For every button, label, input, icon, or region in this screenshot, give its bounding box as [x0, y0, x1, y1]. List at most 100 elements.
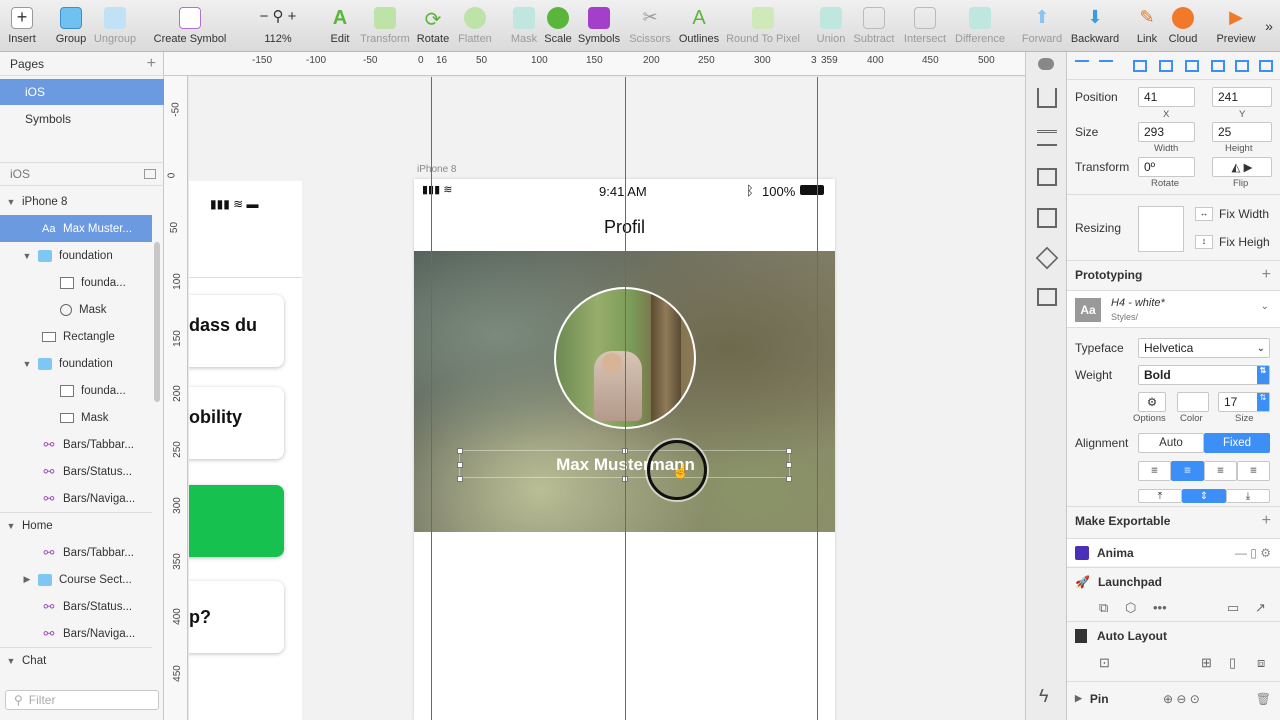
share-icon[interactable]	[1037, 88, 1057, 108]
selection-handle[interactable]	[457, 448, 463, 454]
filter-input[interactable]: ⚲ Filter	[5, 690, 159, 710]
layer-max-mustermann[interactable]: Aa Max Muster...	[0, 215, 152, 242]
device-icon[interactable]: ▯	[1229, 655, 1236, 671]
course-card[interactable]: dass du	[189, 295, 284, 367]
components-icon[interactable]	[1037, 208, 1057, 228]
guide-line[interactable]	[625, 77, 626, 720]
layer-foundation-image-2[interactable]: founda...	[0, 377, 152, 404]
layers-scrollbar[interactable]	[154, 242, 160, 402]
text-align-center[interactable]: ≡	[1171, 461, 1204, 481]
flip-buttons[interactable]: ◭ ▶	[1212, 157, 1272, 177]
green-card[interactable]	[189, 485, 284, 557]
add-icon[interactable]: +	[1262, 266, 1271, 284]
create-symbol-button[interactable]: Create Symbol	[154, 4, 226, 48]
union-button[interactable]: Union	[814, 4, 848, 48]
layer-course-section[interactable]: ▶ Course Sect...	[0, 566, 152, 593]
layer-mask-2[interactable]: Mask	[0, 404, 152, 431]
distribute-v-icon[interactable]	[1235, 60, 1249, 72]
layer-chat[interactable]: ▼ Chat	[0, 647, 152, 674]
plugin-icon[interactable]	[1035, 246, 1059, 270]
align-left-icon[interactable]	[1075, 60, 1089, 70]
layer-home-status[interactable]: ⚯ Bars/Status...	[0, 593, 152, 620]
difference-button[interactable]: Difference	[952, 4, 1008, 48]
scale-button[interactable]: Scale	[544, 4, 572, 48]
grid-icon[interactable]: ⊞	[1201, 655, 1212, 671]
layer-foundation-2[interactable]: ▼ foundation	[0, 350, 152, 377]
distribute-h-icon[interactable]	[1211, 60, 1225, 72]
fix-width-checkbox[interactable]: ↔	[1195, 207, 1213, 221]
subtract-button[interactable]: Subtract	[852, 4, 896, 48]
layer-foundation[interactable]: ▼ foundation	[0, 242, 152, 269]
align-bottom-icon[interactable]	[1185, 60, 1199, 72]
browser-icon[interactable]: ▭	[1227, 600, 1239, 616]
resizing-widget[interactable]	[1138, 206, 1184, 252]
typeface-select[interactable]: Helvetica ⌄	[1138, 338, 1270, 358]
alignment-fixed-button[interactable]: Fixed	[1204, 433, 1270, 453]
toggle-icon[interactable]	[1038, 58, 1054, 70]
layer-home[interactable]: ▼ Home	[0, 512, 152, 539]
sync-icon[interactable]: ⧉	[1099, 600, 1108, 616]
vertical-align-middle[interactable]: ⇕	[1182, 489, 1226, 503]
mask-button[interactable]: Mask	[510, 4, 538, 48]
group-button[interactable]: Group	[52, 4, 90, 48]
add-page-icon[interactable]: +	[147, 55, 156, 73]
text-align-right[interactable]: ≡	[1204, 461, 1237, 481]
trash-icon[interactable]: 🗑	[1256, 692, 1271, 706]
selection-handle[interactable]	[457, 462, 463, 468]
intersect-button[interactable]: Intersect	[902, 4, 948, 48]
list-icon[interactable]	[1037, 168, 1057, 186]
text-align-left[interactable]: ≡	[1138, 461, 1171, 481]
ungroup-button[interactable]: Ungroup	[92, 4, 138, 48]
edit-button[interactable]: A Edit	[328, 4, 352, 48]
outlines-button[interactable]: A Outlines	[678, 4, 720, 48]
cube-icon[interactable]: ⬡	[1125, 600, 1136, 616]
cloud-button[interactable]: Cloud	[1166, 4, 1200, 48]
image-add-icon[interactable]	[1037, 288, 1057, 306]
layer-iphone-8[interactable]: ▼ iPhone 8	[0, 188, 152, 215]
rotate-button[interactable]: ⟳ Rotate	[416, 4, 450, 48]
insert-button[interactable]: + Insert	[4, 4, 40, 48]
align-middle-icon[interactable]	[1159, 60, 1173, 72]
anima-section[interactable]: Anima — ▯ ⚙	[1067, 538, 1280, 566]
more-chevron-icon[interactable]: »	[1262, 4, 1276, 48]
course-card[interactable]: obility	[189, 387, 284, 459]
align-center-icon[interactable]	[1099, 60, 1113, 70]
width-field[interactable]: 293	[1138, 122, 1195, 142]
weight-select[interactable]: Bold ⇅	[1138, 365, 1270, 385]
stack-icon[interactable]	[1037, 130, 1057, 146]
layer-foundation-image[interactable]: founda...	[0, 269, 152, 296]
question-card[interactable]: p?	[189, 581, 284, 653]
selection-handle[interactable]	[786, 448, 792, 454]
transform-button[interactable]: Transform	[360, 4, 410, 48]
round-to-pixel-button[interactable]: Round To Pixel	[726, 4, 800, 48]
more-icon[interactable]: •••	[1153, 600, 1167, 615]
page-item-ios[interactable]: iOS	[0, 79, 164, 105]
selection-handle[interactable]	[786, 476, 792, 482]
ruler-left[interactable]: -50 0 50 100 150 200 250 300 350 400 450	[164, 76, 188, 720]
link-button[interactable]: ✎ Link	[1134, 4, 1160, 48]
auto-layout-section[interactable]: Auto Layout	[1067, 621, 1280, 649]
artboard-label[interactable]: iPhone 8	[417, 164, 456, 175]
distribute-icon[interactable]	[1259, 60, 1273, 72]
layer-rectangle[interactable]: Rectangle	[0, 323, 152, 350]
text-align-justify[interactable]: ≡	[1237, 461, 1270, 481]
prototyping-header[interactable]: Prototyping +	[1067, 260, 1280, 288]
launch-icon[interactable]: ↗	[1255, 600, 1266, 616]
layer-home-tabbar[interactable]: ⚯ Bars/Tabbar...	[0, 539, 152, 566]
launchpad-section[interactable]: 🚀 Launchpad	[1067, 567, 1280, 595]
fix-height-checkbox[interactable]: ↕	[1195, 235, 1213, 249]
alignment-auto-button[interactable]: Auto	[1138, 433, 1204, 453]
add-icon[interactable]: +	[1262, 512, 1271, 530]
flatten-button[interactable]: Flatten	[457, 4, 493, 48]
guide-line[interactable]	[817, 77, 818, 720]
position-x-field[interactable]: 41	[1138, 87, 1195, 107]
font-size-field[interactable]: 17 ⇅	[1218, 392, 1270, 412]
symbols-button[interactable]: Symbols	[578, 4, 620, 48]
align-top-icon[interactable]	[1133, 60, 1147, 72]
canvas[interactable]: ▮▮▮ ≋ ▬ dass du obility p? iPhone 8 ▮▮▮ …	[189, 77, 1025, 720]
selection-handle[interactable]	[786, 462, 792, 468]
make-exportable-header[interactable]: Make Exportable +	[1067, 506, 1280, 534]
rotate-field[interactable]: 0º	[1138, 157, 1195, 177]
layer-bars-status[interactable]: ⚯ Bars/Status...	[0, 458, 152, 485]
lightning-icon[interactable]: ϟ	[1039, 686, 1049, 707]
